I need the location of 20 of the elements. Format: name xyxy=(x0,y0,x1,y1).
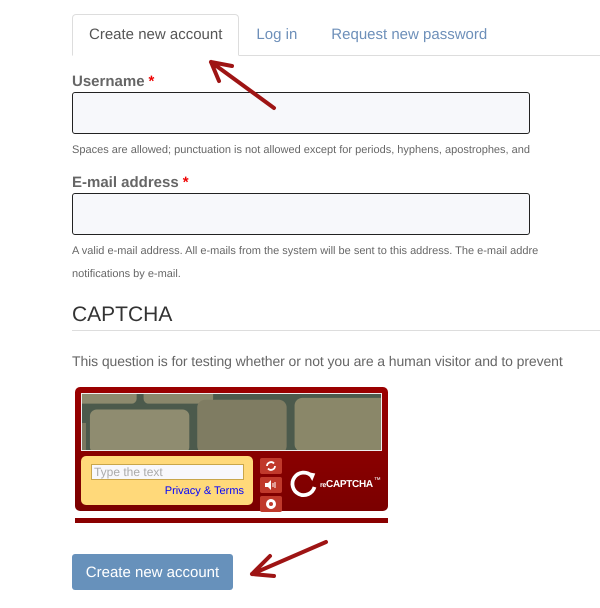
field-label: Username xyxy=(72,73,145,91)
audio-icon[interactable] xyxy=(260,477,282,493)
input-field[interactable] xyxy=(72,92,530,134)
circular-arrow-icon xyxy=(289,469,319,499)
tab[interactable]: Create new account xyxy=(72,14,240,56)
required-icon: * xyxy=(182,174,189,192)
privacy-link[interactable]: Privacy & Terms xyxy=(164,485,244,497)
tab[interactable]: Request new password xyxy=(314,14,504,56)
help-text: A valid e-mail address. All e-mails from the system will be sent to this address. The e-mail addre xyxy=(72,244,540,258)
help-text: Spaces are allowed; punctuation is not allowed except for periods, hyphens, apostrophes, and xyxy=(72,143,532,157)
field-label: E-mail address xyxy=(72,174,179,192)
input-field[interactable] xyxy=(72,193,530,235)
help-text: notifications by e-mail. xyxy=(72,267,182,281)
tab[interactable]: Log in xyxy=(239,14,314,56)
section-heading: CAPTCHA xyxy=(72,303,174,327)
reload-icon[interactable] xyxy=(260,458,282,474)
captcha-input[interactable]: Type the text xyxy=(91,464,244,480)
required-icon: * xyxy=(148,73,154,91)
description-text: This question is for testing whether or not you are a human visitor and to prevent xyxy=(72,353,564,369)
create-account-button[interactable]: Create new account xyxy=(72,554,233,590)
